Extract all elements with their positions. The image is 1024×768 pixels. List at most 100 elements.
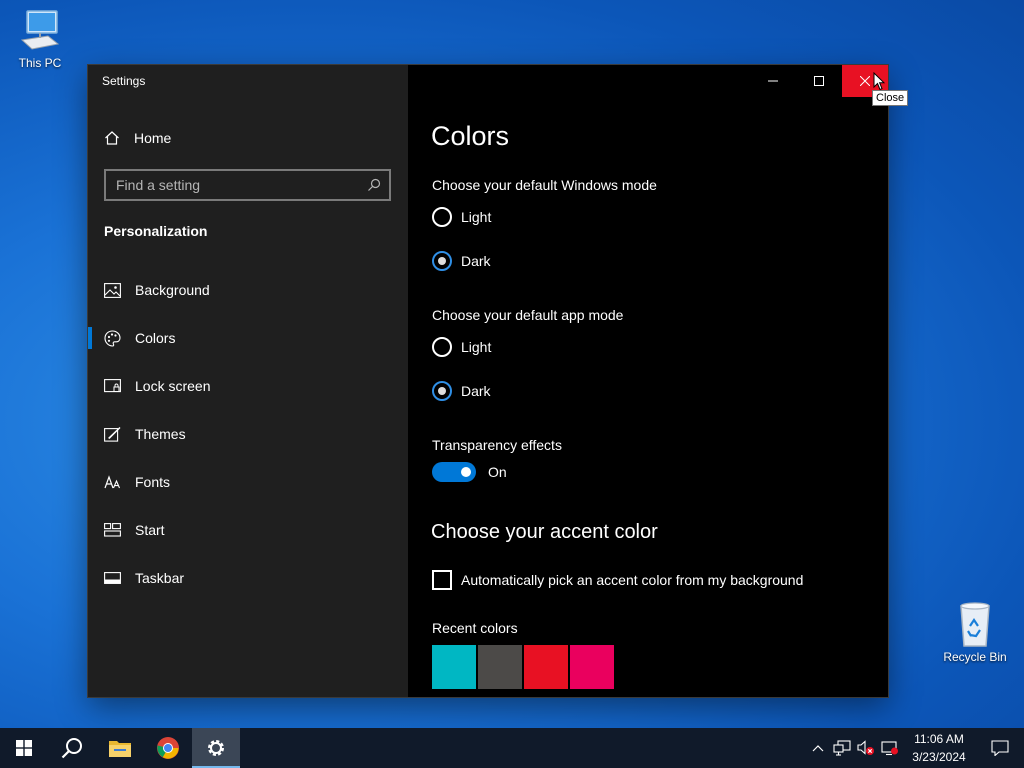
desktop-icon-label: This PC (18, 56, 62, 70)
network-icon (833, 740, 851, 756)
transparency-label: Transparency effects (432, 437, 562, 453)
toggle-switch[interactable] (432, 462, 476, 482)
radio-label: Dark (461, 383, 491, 399)
checkbox-label: Automatically pick an accent color from … (461, 572, 804, 588)
radio-label: Light (461, 209, 492, 225)
checkbox-box[interactable] (432, 570, 452, 590)
section-title: Personalization (104, 223, 208, 239)
gear-icon (208, 740, 224, 756)
search-icon[interactable] (367, 178, 381, 192)
sidebar-item-label: Background (135, 282, 210, 298)
minimize-icon (768, 80, 778, 82)
start-icon (104, 522, 121, 539)
color-swatch-teal[interactable] (432, 645, 476, 689)
sidebar-item-label: Colors (135, 330, 176, 346)
chrome-button[interactable] (144, 728, 192, 768)
volume-muted-icon (857, 740, 874, 755)
fonts-icon (104, 474, 121, 491)
sidebar-item-fonts[interactable]: Fonts (88, 458, 408, 506)
search-icon (61, 738, 82, 759)
close-icon (860, 76, 870, 86)
start-button[interactable] (0, 728, 48, 768)
color-swatch-gray[interactable] (478, 645, 522, 689)
search-box[interactable] (104, 169, 391, 201)
mouse-cursor-icon (873, 72, 885, 91)
taskbar: 11:06 AM 3/23/2024 (0, 728, 1024, 768)
color-swatch-red[interactable] (524, 645, 568, 689)
app-mode-light-radio[interactable]: Light (432, 337, 491, 357)
radio-label: Light (461, 339, 492, 355)
desktop-icon-recycle-bin[interactable]: Recycle Bin (937, 600, 1013, 664)
computer-icon (20, 10, 60, 50)
sidebar-item-label: Start (135, 522, 165, 538)
radio-circle[interactable] (432, 381, 452, 401)
recent-colors (432, 645, 614, 689)
screen-alert-icon (881, 741, 898, 756)
taskbar-clock[interactable]: 11:06 AM 3/23/2024 (902, 730, 976, 766)
sidebar-item-themes[interactable]: Themes (88, 410, 408, 458)
close-tooltip: Close (872, 90, 909, 106)
chevron-up-icon (812, 745, 824, 752)
lock-screen-icon (104, 378, 121, 395)
volume-tray-button[interactable] (854, 728, 878, 768)
sidebar-item-colors[interactable]: Colors (88, 314, 408, 362)
chrome-icon (157, 737, 179, 759)
toggle-state-label: On (488, 464, 507, 480)
sidebar-item-label: Fonts (135, 474, 171, 490)
folder-icon (109, 741, 131, 757)
recent-colors-label: Recent colors (432, 620, 518, 636)
clock-date: 3/23/2024 (912, 750, 966, 764)
palette-icon (104, 329, 121, 347)
sidebar-item-taskbar[interactable]: Taskbar (88, 554, 408, 602)
color-swatch-pink[interactable] (570, 645, 614, 689)
clock-time: 11:06 AM (914, 732, 964, 746)
themes-icon (104, 426, 121, 443)
action-tray-button[interactable] (878, 728, 902, 768)
sidebar-item-background[interactable]: Background (88, 266, 408, 314)
sidebar: Settings Home Personalization Background (88, 65, 408, 697)
image-icon (104, 282, 121, 299)
radio-circle[interactable] (432, 251, 452, 271)
sidebar-item-label: Themes (135, 426, 186, 442)
notification-center-button[interactable] (976, 728, 1024, 768)
network-tray-button[interactable] (830, 728, 854, 768)
windows-mode-label: Choose your default Windows mode (432, 177, 657, 193)
settings-taskbar-button[interactable] (192, 728, 240, 768)
app-mode-dark-radio[interactable]: Dark (432, 381, 491, 401)
file-explorer-button[interactable] (96, 728, 144, 768)
taskbar-icon (104, 570, 121, 587)
content-pane: Colors Choose your default Windows mode … (408, 65, 888, 697)
accent-section-title: Choose your accent color (431, 521, 658, 543)
windows-logo-icon (16, 740, 32, 756)
sidebar-home[interactable]: Home (104, 127, 171, 149)
desktop-icon-label: Recycle Bin (943, 650, 1007, 664)
sidebar-nav: Background Colors Lock screen Themes Fon… (88, 266, 408, 602)
recycle-bin-icon (960, 602, 990, 647)
minimize-button[interactable] (750, 65, 796, 97)
radio-label: Dark (461, 253, 491, 269)
windows-mode-light-radio[interactable]: Light (432, 207, 491, 227)
home-label: Home (134, 130, 172, 146)
search-button[interactable] (48, 728, 96, 768)
search-input[interactable] (116, 177, 367, 193)
auto-accent-checkbox[interactable]: Automatically pick an accent color from … (432, 570, 803, 590)
maximize-button[interactable] (796, 65, 842, 97)
sidebar-item-lock-screen[interactable]: Lock screen (88, 362, 408, 410)
windows-mode-dark-radio[interactable]: Dark (432, 251, 491, 271)
notification-icon (991, 740, 1009, 756)
system-tray: 11:06 AM 3/23/2024 (806, 728, 1024, 768)
page-title: Colors (431, 121, 510, 151)
sidebar-item-label: Taskbar (135, 570, 185, 586)
home-icon (105, 131, 119, 145)
window-title: Settings (102, 74, 146, 88)
transparency-toggle[interactable]: On (432, 462, 507, 482)
sidebar-item-start[interactable]: Start (88, 506, 408, 554)
app-mode-label: Choose your default app mode (432, 307, 624, 323)
maximize-icon (814, 76, 824, 86)
settings-window: Settings Home Personalization Background (88, 65, 888, 697)
radio-circle[interactable] (432, 337, 452, 357)
desktop-icon-this-pc[interactable]: This PC (2, 8, 78, 70)
sidebar-item-label: Lock screen (135, 378, 211, 394)
radio-circle[interactable] (432, 207, 452, 227)
show-hidden-icons-button[interactable] (806, 728, 830, 768)
